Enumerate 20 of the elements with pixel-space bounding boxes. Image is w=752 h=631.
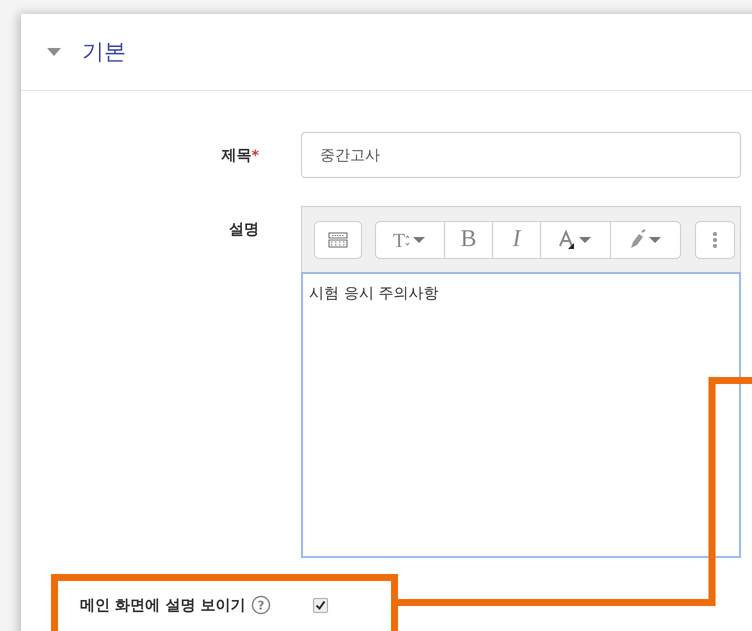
- field-label: 설명: [229, 220, 259, 238]
- checkbox[interactable]: [312, 598, 328, 612]
- field-label: 제목: [222, 146, 252, 164]
- font-size-button[interactable]: T: [375, 220, 445, 258]
- italic-button[interactable]: I: [493, 220, 541, 258]
- list-button[interactable]: [695, 220, 735, 258]
- title-input[interactable]: 중간고사: [301, 132, 741, 178]
- keyboard-icon: [328, 232, 348, 248]
- section-title[interactable]: 기본: [82, 37, 126, 67]
- keyboard-button[interactable]: [314, 220, 362, 258]
- highlight-button[interactable]: [611, 220, 681, 258]
- help-icon[interactable]: ?: [250, 595, 271, 615]
- text-color-icon: [558, 228, 594, 250]
- required-mark: *: [252, 148, 259, 164]
- text-color-button[interactable]: [541, 220, 611, 258]
- caret-icon[interactable]: [46, 47, 62, 57]
- list-icon: [712, 230, 718, 248]
- checkbox-label: 메인 화면에 설명 보이기: [80, 596, 246, 614]
- bold-button[interactable]: B: [445, 220, 493, 258]
- description-textarea[interactable]: 시험 응시 주의사항: [301, 272, 741, 558]
